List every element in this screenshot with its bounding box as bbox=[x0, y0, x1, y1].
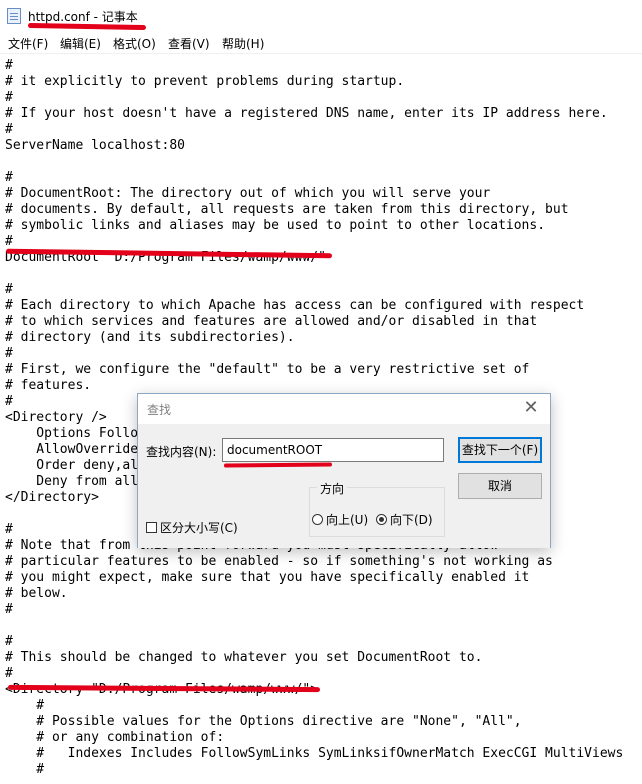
radio-up-icon bbox=[312, 514, 323, 525]
editor-line: # bbox=[5, 234, 13, 249]
menu-bar: 文件(F) 编辑(E) 格式(O) 查看(V) 帮助(H) bbox=[0, 32, 642, 54]
menu-format[interactable]: 格式(O) bbox=[113, 35, 156, 52]
editor-line: # you might expect, make sure that you h… bbox=[5, 570, 530, 585]
notepad-window: httpd.conf - 记事本 文件(F) 编辑(E) 格式(O) 查看(V)… bbox=[0, 0, 642, 784]
find-next-button[interactable]: 查找下一个(F) bbox=[458, 437, 542, 463]
editor-line: # documents. By default, all requests ar… bbox=[5, 202, 569, 217]
editor-line: # bbox=[5, 122, 13, 137]
menu-help[interactable]: 帮助(H) bbox=[222, 35, 264, 52]
direction-up-label: 向上(U) bbox=[326, 513, 369, 527]
find-what-label: 查找内容(N): bbox=[146, 445, 217, 459]
match-case-checkbox[interactable]: 区分大小写(C) bbox=[146, 519, 238, 536]
editor-line: # bbox=[5, 698, 45, 713]
editor-line: # or any combination of: bbox=[5, 730, 225, 745]
notepad-icon bbox=[7, 8, 21, 24]
editor-line: ServerName localhost:80 bbox=[5, 138, 186, 153]
editor-line: # Each directory to which Apache has acc… bbox=[5, 298, 585, 313]
editor-line: <Directory /> bbox=[5, 410, 107, 425]
editor-line: # directory (and its subdirectories). bbox=[5, 330, 295, 345]
direction-down-label: 向下(D) bbox=[390, 513, 433, 527]
editor-line: # DocumentRoot: The directory out of whi… bbox=[5, 186, 491, 201]
editor-line: # bbox=[5, 394, 13, 409]
editor-line: # bbox=[5, 90, 13, 105]
find-dialog-title: 查找 bbox=[147, 403, 172, 417]
close-icon[interactable]: ✕ bbox=[520, 397, 542, 419]
editor-line: # to which services and features are all… bbox=[5, 314, 538, 329]
editor-line: # First, we configure the "default" to b… bbox=[5, 362, 530, 377]
radio-down-icon bbox=[376, 514, 387, 525]
find-dialog: 查找 ✕ 查找内容(N): 查找下一个(F) 取消 方向 向上(U) 向下(D)… bbox=[137, 393, 551, 548]
direction-label: 方向 bbox=[317, 480, 348, 497]
direction-up-radio[interactable]: 向上(U) bbox=[312, 511, 368, 528]
match-case-label: 区分大小写(C) bbox=[160, 521, 238, 535]
editor-line: # it explicitly to prevent problems duri… bbox=[5, 74, 405, 89]
editor-line: # bbox=[5, 602, 13, 617]
editor-line: # bbox=[5, 346, 13, 361]
checkbox-icon bbox=[146, 522, 157, 533]
editor-line: # If your host doesn't have a registered… bbox=[5, 106, 608, 121]
find-dialog-body: 查找内容(N): 查找下一个(F) 取消 方向 向上(U) 向下(D) 区分大小… bbox=[138, 424, 550, 548]
editor-line: # bbox=[5, 282, 13, 297]
menu-edit[interactable]: 编辑(E) bbox=[60, 35, 101, 52]
editor-line: # symbolic links and aliases may be used… bbox=[5, 218, 546, 233]
menu-file[interactable]: 文件(F) bbox=[8, 35, 48, 52]
editor-line: # bbox=[5, 634, 13, 649]
editor-line: # Possible values for the Options direct… bbox=[5, 714, 522, 729]
editor-line: # bbox=[5, 666, 13, 681]
cancel-button[interactable]: 取消 bbox=[458, 473, 542, 499]
menu-view[interactable]: 查看(V) bbox=[168, 35, 210, 52]
editor-line: # features. bbox=[5, 378, 92, 393]
editor-line: # particular features to be enabled - so… bbox=[5, 554, 553, 569]
editor-line: # bbox=[5, 522, 13, 537]
editor-line: # Indexes Includes FollowSymLinks SymLin… bbox=[5, 746, 624, 761]
editor-line: </Directory> bbox=[5, 490, 99, 505]
editor-line: # below. bbox=[5, 586, 68, 601]
editor-line: # bbox=[5, 170, 13, 185]
editor-line: # bbox=[5, 762, 45, 777]
editor-line: # This should be changed to whatever you… bbox=[5, 650, 483, 665]
find-what-input[interactable] bbox=[222, 438, 444, 462]
find-input-underline-mark bbox=[223, 462, 333, 468]
editor-line: Deny from all bbox=[5, 474, 139, 489]
direction-down-radio[interactable]: 向下(D) bbox=[376, 511, 433, 528]
editor-line: # bbox=[5, 58, 13, 73]
